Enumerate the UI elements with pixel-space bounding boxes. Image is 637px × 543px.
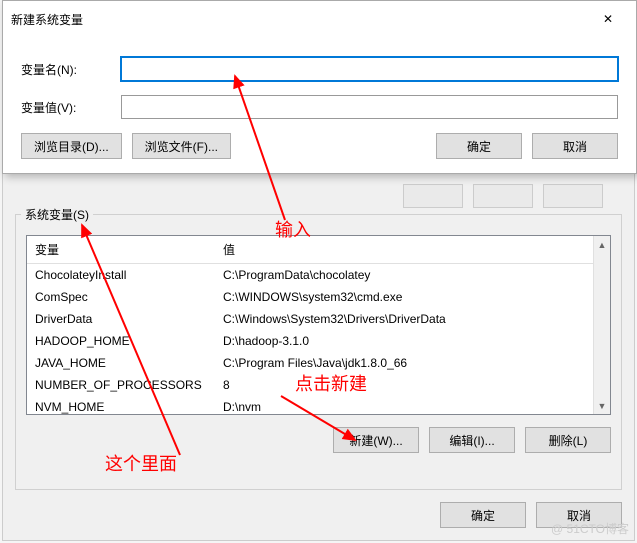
cancel-button[interactable]: 取消 bbox=[532, 133, 618, 159]
watermark: @ 51CTO博客 bbox=[551, 520, 629, 537]
ok-button[interactable]: 确定 bbox=[436, 133, 522, 159]
dialog-title: 新建系统变量 bbox=[11, 11, 83, 28]
cell-value: D:\hadoop-3.1.0 bbox=[215, 332, 593, 350]
cell-variable: DriverData bbox=[27, 310, 215, 328]
new-variable-dialog: 新建系统变量 ✕ 变量名(N): 变量值(V): 浏览目录(D)... 浏览文件… bbox=[2, 0, 637, 174]
table-row[interactable]: NVM_HOMED:\nvm bbox=[27, 396, 593, 414]
browse-file-button[interactable]: 浏览文件(F)... bbox=[132, 133, 231, 159]
cell-variable: NVM_HOME bbox=[27, 398, 215, 414]
close-icon: ✕ bbox=[603, 12, 613, 26]
ghost-button bbox=[543, 184, 603, 208]
browse-dir-button[interactable]: 浏览目录(D)... bbox=[21, 133, 122, 159]
table-row[interactable]: HADOOP_HOMED:\hadoop-3.1.0 bbox=[27, 330, 593, 352]
close-button[interactable]: ✕ bbox=[588, 7, 628, 31]
delete-button[interactable]: 删除(L) bbox=[525, 427, 611, 453]
system-vars-table[interactable]: 变量 值 ChocolateyInstallC:\ProgramData\cho… bbox=[26, 235, 611, 415]
table-row[interactable]: NUMBER_OF_PROCESSORS8 bbox=[27, 374, 593, 396]
title-bar: 新建系统变量 ✕ bbox=[3, 1, 636, 37]
table-header: 变量 值 bbox=[27, 236, 593, 264]
cell-variable: ComSpec bbox=[27, 288, 215, 306]
outer-ok-button[interactable]: 确定 bbox=[440, 502, 526, 528]
cell-variable: HADOOP_HOME bbox=[27, 332, 215, 350]
system-vars-group-label: 系统变量(S) bbox=[21, 206, 93, 223]
edit-button[interactable]: 编辑(I)... bbox=[429, 427, 515, 453]
var-name-input[interactable] bbox=[121, 57, 618, 81]
new-button[interactable]: 新建(W)... bbox=[333, 427, 419, 453]
ghost-button bbox=[473, 184, 533, 208]
scrollbar[interactable]: ▲ ▼ bbox=[593, 236, 610, 414]
cell-value: D:\nvm bbox=[215, 398, 593, 414]
cell-value: 8 bbox=[215, 376, 593, 394]
cell-value: C:\Windows\System32\Drivers\DriverData bbox=[215, 310, 593, 328]
var-name-label: 变量名(N): bbox=[21, 61, 121, 78]
cell-value: C:\ProgramData\chocolatey bbox=[215, 266, 593, 284]
table-row[interactable]: DriverDataC:\Windows\System32\Drivers\Dr… bbox=[27, 308, 593, 330]
col-variable[interactable]: 变量 bbox=[27, 236, 215, 263]
var-value-input[interactable] bbox=[121, 95, 618, 119]
ghost-button bbox=[403, 184, 463, 208]
cell-value: C:\WINDOWS\system32\cmd.exe bbox=[215, 288, 593, 306]
env-vars-dialog: 系统变量(S) 变量 值 ChocolateyInstallC:\Program… bbox=[2, 165, 635, 541]
col-value[interactable]: 值 bbox=[215, 236, 593, 263]
table-row[interactable]: ChocolateyInstallC:\ProgramData\chocolat… bbox=[27, 264, 593, 286]
table-row[interactable]: JAVA_HOMEC:\Program Files\Java\jdk1.8.0_… bbox=[27, 352, 593, 374]
var-value-label: 变量值(V): bbox=[21, 99, 121, 116]
cell-value: C:\Program Files\Java\jdk1.8.0_66 bbox=[215, 354, 593, 372]
cell-variable: NUMBER_OF_PROCESSORS bbox=[27, 376, 215, 394]
cell-variable: ChocolateyInstall bbox=[27, 266, 215, 284]
table-row[interactable]: ComSpecC:\WINDOWS\system32\cmd.exe bbox=[27, 286, 593, 308]
scroll-up-icon[interactable]: ▲ bbox=[594, 236, 610, 253]
scroll-down-icon[interactable]: ▼ bbox=[594, 397, 610, 414]
system-vars-group: 变量 值 ChocolateyInstallC:\ProgramData\cho… bbox=[15, 214, 622, 490]
cell-variable: JAVA_HOME bbox=[27, 354, 215, 372]
